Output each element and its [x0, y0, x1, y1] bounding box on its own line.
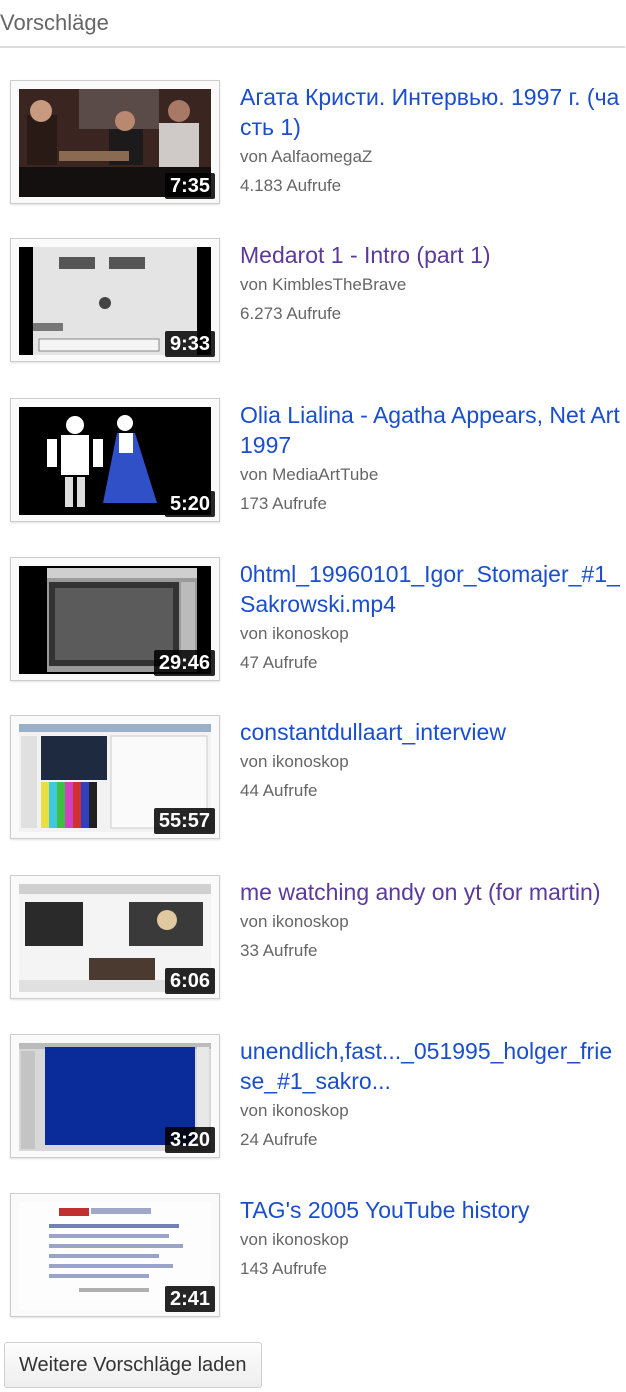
- video-duration: 3:20: [164, 1127, 215, 1153]
- video-channel: von ikonoskop: [240, 1230, 349, 1249]
- video-channel: von MediaArtTube: [240, 465, 379, 484]
- video-views: 6.273 Aufrufe: [240, 304, 342, 323]
- video-title-link[interactable]: Olia Lialina - Agatha Appears, Net Art 1…: [240, 400, 620, 460]
- section-divider: [0, 46, 625, 48]
- video-item[interactable]: 29:46 0html_19960101_Igor_Stomajer_#1_Sa…: [10, 557, 620, 685]
- video-duration: 2:41: [164, 1286, 215, 1312]
- video-views: 24 Aufrufe: [240, 1130, 318, 1149]
- video-thumbnail[interactable]: 9:33: [10, 238, 220, 362]
- video-duration: 9:33: [164, 331, 215, 357]
- video-channel: von ikonoskop: [240, 912, 349, 931]
- video-item[interactable]: 2:41 TAG's 2005 YouTube history von ikon…: [10, 1193, 620, 1321]
- video-thumbnail[interactable]: 5:20: [10, 398, 220, 522]
- video-info: Агата Кристи. Интервью. 1997 г. (часть 1…: [240, 82, 620, 200]
- video-info: Olia Lialina - Agatha Appears, Net Art 1…: [240, 400, 620, 518]
- video-duration: 6:06: [164, 968, 215, 994]
- video-views: 47 Aufrufe: [240, 653, 318, 672]
- video-title-link[interactable]: 0html_19960101_Igor_Stomajer_#1_Sakrowsk…: [240, 559, 620, 619]
- video-views: 173 Aufrufe: [240, 494, 327, 513]
- video-duration: 7:35: [164, 173, 215, 199]
- video-info: me watching andy on yt (for martin) von …: [240, 877, 620, 965]
- video-item[interactable]: 7:35 Агата Кристи. Интервью. 1997 г. (ча…: [10, 80, 620, 208]
- video-info: TAG's 2005 YouTube history von ikonoskop…: [240, 1195, 620, 1283]
- video-thumbnail[interactable]: 55:57: [10, 715, 220, 839]
- video-title-link[interactable]: constantdullaart_interview: [240, 717, 620, 747]
- video-channel: von ikonoskop: [240, 1101, 349, 1120]
- video-thumbnail[interactable]: 2:41: [10, 1193, 220, 1317]
- video-thumbnail[interactable]: 7:35: [10, 80, 220, 204]
- video-item[interactable]: 55:57 constantdullaart_interview von iko…: [10, 715, 620, 843]
- video-duration: 29:46: [153, 650, 215, 676]
- video-channel: von AalfaomegaZ: [240, 147, 373, 166]
- video-info: Medarot 1 - Intro (part 1) von KimblesTh…: [240, 240, 620, 328]
- video-title-link[interactable]: Агата Кристи. Интервью. 1997 г. (часть 1…: [240, 82, 620, 142]
- video-thumbnail[interactable]: 29:46: [10, 557, 220, 681]
- video-views: 4.183 Aufrufe: [240, 176, 342, 195]
- video-item[interactable]: 3:20 unendlich,fast..._051995_holger_fri…: [10, 1034, 620, 1162]
- video-item[interactable]: 9:33 Medarot 1 - Intro (part 1) von Kimb…: [10, 238, 620, 366]
- video-views: 143 Aufrufe: [240, 1259, 327, 1278]
- section-title: Vorschläge: [0, 10, 109, 35]
- video-views: 33 Aufrufe: [240, 941, 318, 960]
- video-duration: 5:20: [164, 491, 215, 517]
- video-info: 0html_19960101_Igor_Stomajer_#1_Sakrowsk…: [240, 559, 620, 677]
- video-info: unendlich,fast..._051995_holger_friese_#…: [240, 1036, 620, 1154]
- video-thumbnail[interactable]: 6:06: [10, 875, 220, 999]
- video-channel: von ikonoskop: [240, 752, 349, 771]
- video-title-link[interactable]: me watching andy on yt (for martin): [240, 877, 620, 907]
- video-duration: 55:57: [153, 808, 215, 834]
- load-more-button[interactable]: Weitere Vorschläge laden: [4, 1342, 262, 1388]
- video-channel: von KimblesTheBrave: [240, 275, 407, 294]
- video-thumbnail[interactable]: 3:20: [10, 1034, 220, 1158]
- video-item[interactable]: 6:06 me watching andy on yt (for martin)…: [10, 875, 620, 1003]
- video-views: 44 Aufrufe: [240, 781, 318, 800]
- video-title-link[interactable]: Medarot 1 - Intro (part 1): [240, 240, 620, 270]
- video-title-link[interactable]: unendlich,fast..._051995_holger_friese_#…: [240, 1036, 620, 1096]
- video-item[interactable]: 5:20 Olia Lialina - Agatha Appears, Net …: [10, 398, 620, 526]
- video-info: constantdullaart_interview von ikonoskop…: [240, 717, 620, 805]
- video-channel: von ikonoskop: [240, 624, 349, 643]
- video-title-link[interactable]: TAG's 2005 YouTube history: [240, 1195, 620, 1225]
